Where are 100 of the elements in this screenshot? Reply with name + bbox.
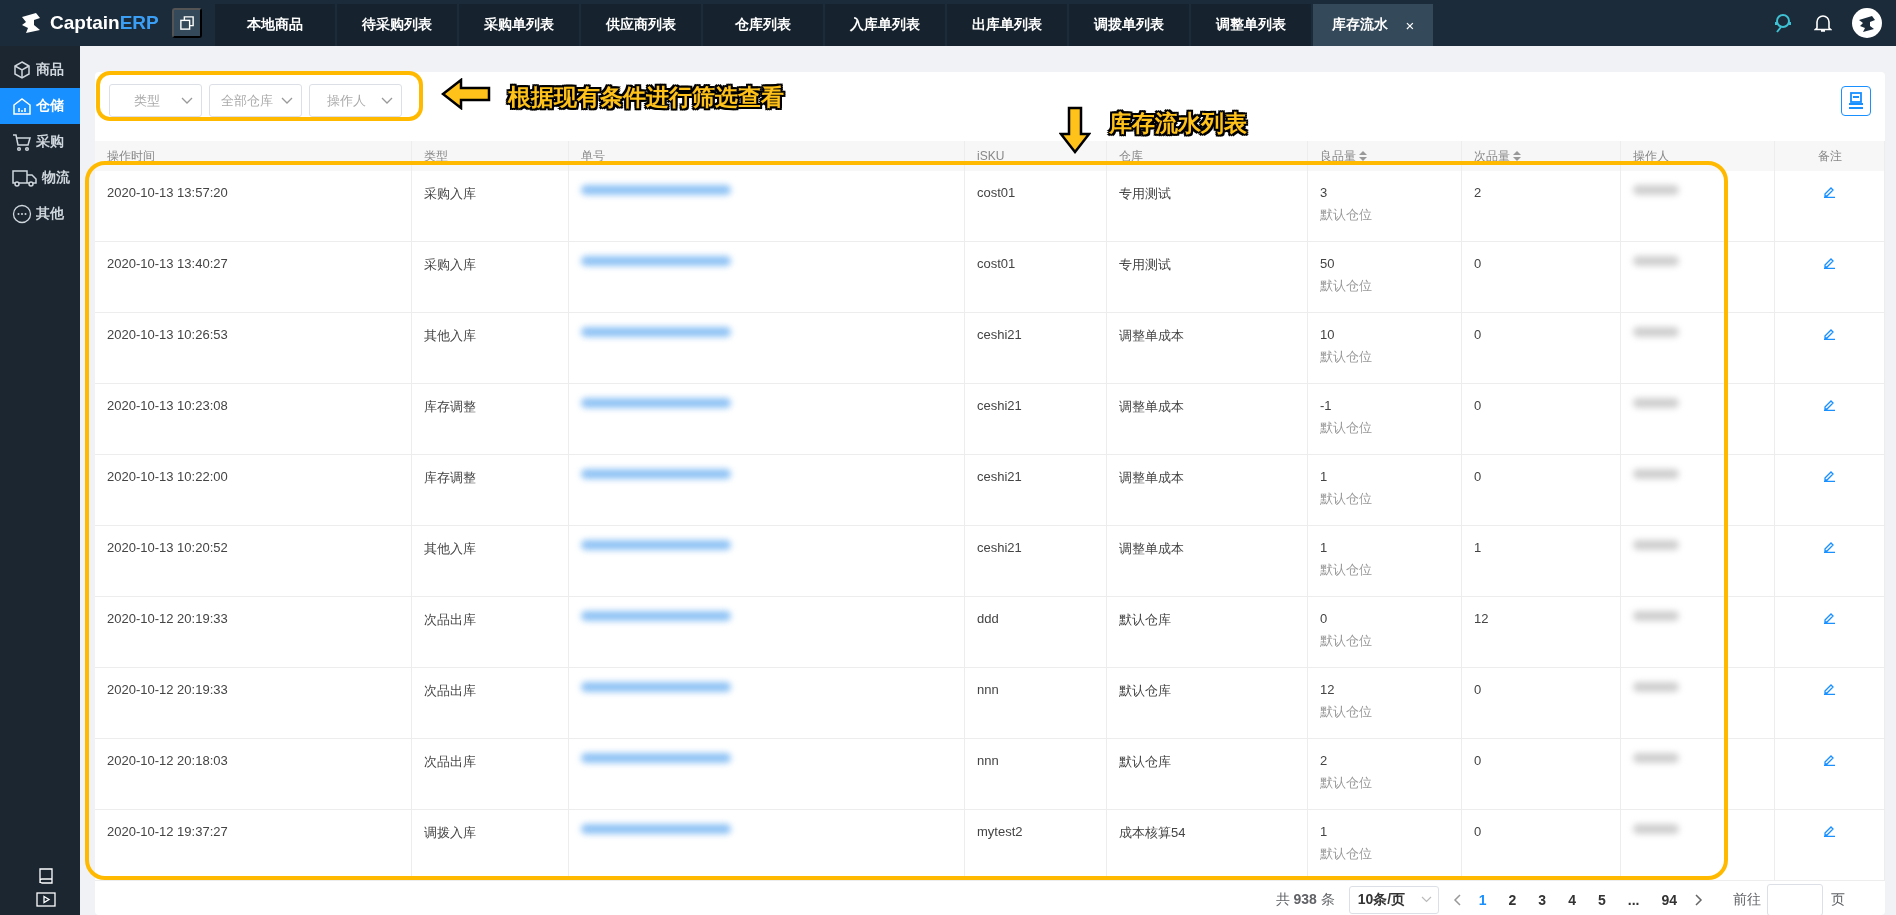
- table-cell-text: 2: [1320, 753, 1329, 768]
- blurred-operator: [1633, 398, 1679, 408]
- column-header: iSKU: [977, 149, 1005, 163]
- table-cell-text: 默认仓位: [1320, 561, 1373, 579]
- edit-icon[interactable]: [1823, 682, 1836, 695]
- caret-icon: [381, 97, 393, 105]
- column-header: 次品量: [1474, 147, 1510, 165]
- table-cell-text: 默认仓位: [1320, 277, 1373, 295]
- bell-icon[interactable]: [1814, 13, 1832, 33]
- nav-tab[interactable]: 调拨单列表: [1069, 4, 1189, 46]
- nav-tab[interactable]: 采购单列表: [459, 4, 579, 46]
- page-number[interactable]: 3: [1534, 891, 1551, 908]
- window-toggle-button[interactable]: [172, 8, 202, 38]
- down-arrow-icon: [1059, 106, 1091, 154]
- blurred-operator: [1633, 256, 1679, 266]
- table-cell-text: 2020-10-13 10:23:08: [107, 398, 229, 413]
- table-cell-text: 0: [1474, 327, 1483, 342]
- table-cell-text: 默认仓库: [1119, 611, 1172, 629]
- table-cell-text: 专用测试: [1119, 185, 1172, 203]
- page-number[interactable]: ...: [1623, 891, 1644, 908]
- column-header: 类型: [424, 147, 448, 165]
- table-cell-text: ddd: [977, 611, 1000, 626]
- edit-icon[interactable]: [1823, 398, 1836, 411]
- table-cell-text: 次品出库: [424, 611, 477, 629]
- table-cell-text: 1: [1320, 469, 1329, 484]
- sidebar-item[interactable]: 其他: [0, 196, 80, 232]
- table-cell-text: ceshi21: [977, 327, 1023, 342]
- table-cell-text: 3: [1320, 185, 1329, 200]
- edit-icon[interactable]: [1823, 327, 1836, 340]
- table-cell-text: 0: [1474, 753, 1483, 768]
- table-cell-text: nnn: [977, 682, 1000, 697]
- blurred-operator: [1633, 682, 1679, 692]
- nav-tab[interactable]: 本地商品: [215, 4, 335, 46]
- nav-tab[interactable]: 库存流水 ×: [1313, 4, 1433, 46]
- table-cell-text: ceshi21: [977, 540, 1023, 555]
- table-cell-text: 2020-10-13 10:20:52: [107, 540, 229, 555]
- goto-page-field[interactable]: [1767, 883, 1823, 915]
- edit-icon[interactable]: [1823, 540, 1836, 553]
- filter-select[interactable]: 类型: [109, 84, 202, 117]
- page-number[interactable]: 5: [1593, 891, 1610, 908]
- play-icon[interactable]: [36, 892, 56, 907]
- filter-select[interactable]: 全部仓库: [209, 84, 302, 117]
- nav-tab[interactable]: 供应商列表: [581, 4, 701, 46]
- edit-icon[interactable]: [1823, 469, 1836, 482]
- nav-tab[interactable]: 仓库列表: [703, 4, 823, 46]
- printer-icon: [1848, 91, 1864, 110]
- table-cell-text: mytest2: [977, 824, 1024, 839]
- edit-icon[interactable]: [1823, 185, 1836, 198]
- table-cell-text: -1: [1320, 398, 1333, 413]
- filter-select[interactable]: 操作人: [309, 84, 402, 117]
- page-number[interactable]: 4: [1564, 891, 1580, 908]
- next-page-icon[interactable]: [1695, 893, 1703, 906]
- table-cell-text: 默认仓位: [1320, 490, 1373, 508]
- warehouse-icon: [12, 96, 32, 116]
- book-icon[interactable]: [38, 867, 54, 886]
- nav-tab[interactable]: 入库单列表: [825, 4, 945, 46]
- nav-tab[interactable]: 调整单列表: [1191, 4, 1311, 46]
- sidebar-item[interactable]: 物流: [0, 160, 80, 196]
- table-cell-text: 其他入库: [424, 540, 477, 558]
- left-arrow-icon: [441, 78, 491, 110]
- table-cell-text: 0: [1474, 824, 1483, 839]
- nav-tab[interactable]: 出库单列表: [947, 4, 1067, 46]
- page-number[interactable]: 2: [1504, 891, 1521, 908]
- table-cell-text: 2020-10-13 10:22:00: [107, 469, 229, 484]
- blurred-operator: [1633, 824, 1679, 834]
- avatar-icon[interactable]: [1852, 8, 1882, 38]
- page-size-select[interactable]: 10条/页: [1348, 885, 1439, 914]
- table-cell-text: 2: [1474, 185, 1483, 200]
- table-cell-text: 1: [1474, 540, 1483, 555]
- caret-icon: [281, 97, 293, 105]
- nav-tab[interactable]: 待采购列表: [337, 4, 457, 46]
- column-header: 仓库: [1119, 147, 1143, 165]
- column-header: 操作人: [1633, 147, 1669, 165]
- table-cell-text: 默认仓库: [1119, 682, 1172, 700]
- table-cell-text: ceshi21: [977, 469, 1023, 484]
- edit-icon[interactable]: [1823, 824, 1836, 837]
- page-number[interactable]: 94: [1657, 891, 1681, 908]
- prev-page-icon[interactable]: [1452, 893, 1461, 906]
- table-cell-text: 调整单成本: [1119, 469, 1185, 487]
- edit-icon[interactable]: [1823, 753, 1836, 766]
- sort-icon[interactable]: [1513, 151, 1521, 161]
- table-cell-text: 2020-10-12 20:18:03: [107, 753, 229, 768]
- table-cell-text: 采购入库: [424, 256, 477, 274]
- filter-annotation: 根据现有条件进行筛选查看: [508, 83, 784, 112]
- table-cell-text: 2020-10-12 19:37:27: [107, 824, 229, 839]
- sort-icon[interactable]: [1359, 151, 1367, 161]
- print-button[interactable]: [1841, 85, 1871, 116]
- table-cell-text: 2020-10-13 13:57:20: [107, 185, 229, 200]
- sidebar-item[interactable]: 商品: [0, 52, 80, 88]
- table-cell-text: 默认仓位: [1320, 419, 1373, 437]
- edit-icon[interactable]: [1823, 256, 1836, 269]
- headset-icon[interactable]: [1772, 12, 1794, 34]
- table-cell-text: 次品出库: [424, 753, 477, 771]
- table-cell-text: 12: [1474, 611, 1490, 626]
- blurred-operator: [1633, 611, 1679, 621]
- cube-icon: [12, 60, 32, 80]
- sidebar-item[interactable]: 采购: [0, 124, 80, 160]
- blurred-operator: [1633, 469, 1679, 479]
- close-icon[interactable]: ×: [1405, 16, 1415, 34]
- edit-icon[interactable]: [1823, 611, 1836, 624]
